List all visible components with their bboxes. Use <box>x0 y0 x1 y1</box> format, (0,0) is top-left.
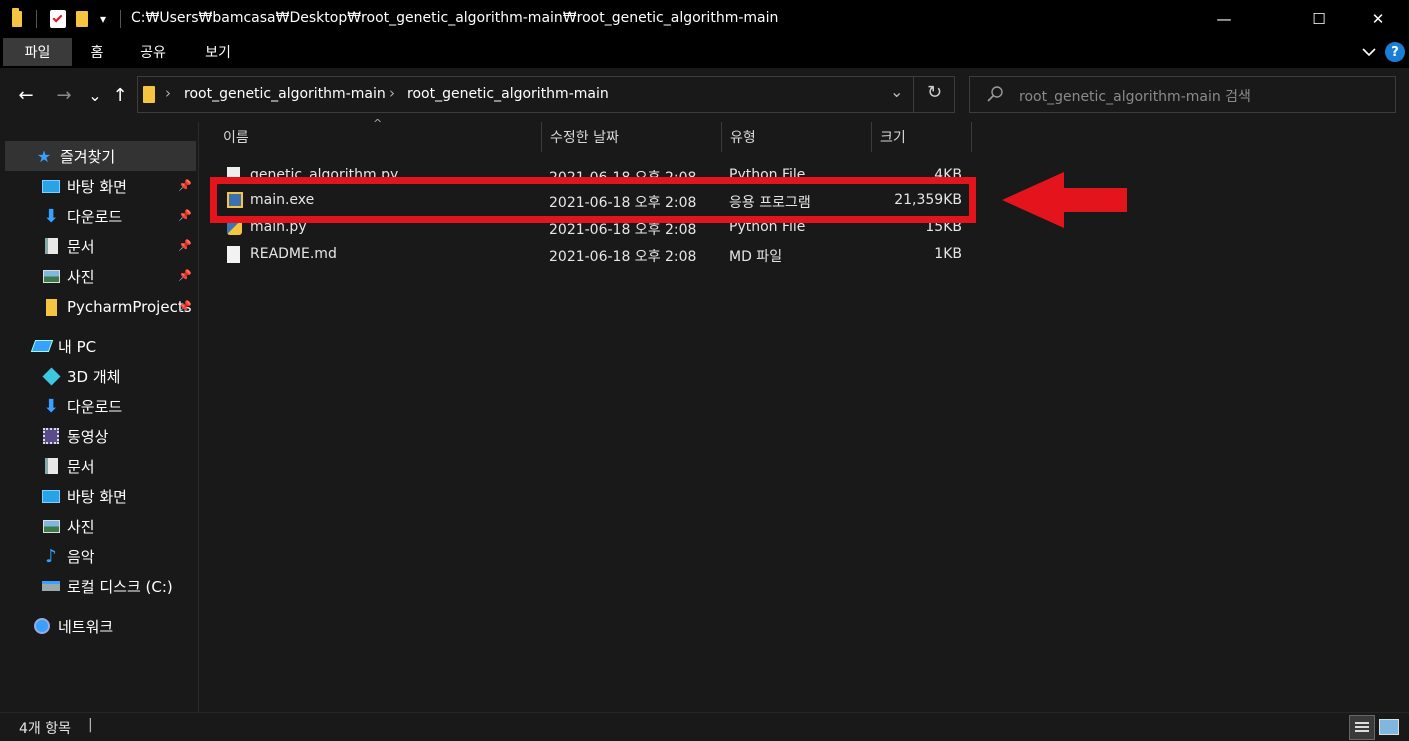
status-divider: | <box>88 717 93 733</box>
tab-home[interactable]: 홈 <box>82 38 112 66</box>
column-header-name[interactable]: 이름 <box>215 122 542 152</box>
videos-icon <box>42 428 60 444</box>
folder-icon <box>42 298 60 316</box>
sidebar-item-desktop[interactable]: 바탕 화면 📌 <box>0 171 197 201</box>
tab-view[interactable]: 보기 <box>198 38 238 66</box>
breadcrumb-separator[interactable]: › <box>165 84 171 102</box>
sidebar-item-documents[interactable]: 문서 📌 <box>0 231 197 261</box>
forward-button[interactable]: → <box>53 84 75 106</box>
recent-locations-button[interactable]: ⌄ <box>84 84 106 106</box>
music-icon: ♪ <box>45 545 57 567</box>
breadcrumb-item[interactable]: root_genetic_algorithm-main <box>184 86 386 102</box>
breadcrumb-separator[interactable]: › <box>389 84 395 102</box>
desktop-icon <box>42 178 60 194</box>
sidebar-item-pictures[interactable]: 사진 📌 <box>0 261 197 291</box>
sidebar-item-documents-pc[interactable]: 문서 <box>0 451 197 481</box>
sidebar-item-pictures-pc[interactable]: 사진 <box>0 511 197 541</box>
sidebar-item-3d-objects[interactable]: 3D 개체 <box>0 361 197 391</box>
title-bar: ▾ C:₩Users₩bamcasa₩Desktop₩root_genetic_… <box>0 0 1409 38</box>
chevron-down-icon[interactable] <box>1360 43 1378 61</box>
back-button[interactable]: ← <box>15 84 37 106</box>
divider <box>913 77 914 112</box>
sidebar-item-pycharmprojects[interactable]: PycharmProjects 📌 <box>0 292 197 322</box>
properties-icon[interactable] <box>50 10 66 28</box>
sidebar-item-music[interactable]: ♪ 음악 <box>0 541 197 571</box>
column-header-date[interactable]: 수정한 날짜 <box>542 122 722 152</box>
computer-icon <box>30 338 54 354</box>
quick-access-dropdown-icon[interactable]: ▾ <box>100 12 106 26</box>
pin-icon[interactable]: 📌 <box>178 269 192 282</box>
tab-share[interactable]: 공유 <box>133 38 173 66</box>
search-input[interactable]: root_genetic_algorithm-main 검색 <box>969 76 1396 113</box>
pictures-icon <box>42 268 60 284</box>
up-button[interactable]: ↑ <box>109 84 131 106</box>
search-placeholder: root_genetic_algorithm-main 검색 <box>1019 89 1251 105</box>
column-header-size[interactable]: 크기 <box>872 122 972 152</box>
maximize-button[interactable]: ☐ <box>1296 0 1342 38</box>
download-icon: ⬇ <box>43 205 59 227</box>
pin-icon[interactable]: 📌 <box>178 179 192 192</box>
file-type: MD 파일 <box>729 249 783 265</box>
pin-icon[interactable]: 📌 <box>178 209 192 222</box>
new-folder-icon[interactable] <box>76 11 88 27</box>
divider <box>120 10 121 28</box>
minimize-button[interactable]: — <box>1201 0 1247 38</box>
file-size: 1KB <box>934 246 962 262</box>
document-icon <box>42 238 60 254</box>
sidebar-item-quick-access[interactable]: ★ 즐겨찾기 <box>5 141 196 171</box>
text-file-icon <box>227 246 240 263</box>
highlight-box <box>210 177 976 223</box>
address-bar[interactable]: › root_genetic_algorithm-main › root_gen… <box>137 76 955 113</box>
column-header-type[interactable]: 유형 <box>722 122 872 152</box>
3d-objects-icon <box>41 366 61 386</box>
sidebar-item-local-disk[interactable]: 로컬 디스크 (C:) <box>0 571 197 601</box>
network-icon <box>33 618 51 634</box>
folder-icon <box>12 8 22 29</box>
breadcrumb-item[interactable]: root_genetic_algorithm-main <box>407 86 609 102</box>
sidebar-item-network[interactable]: 네트워크 <box>0 611 197 641</box>
download-icon: ⬇ <box>43 395 59 417</box>
desktop-icon <box>42 488 60 504</box>
document-icon <box>42 458 60 474</box>
sidebar-item-videos[interactable]: 동영상 <box>0 421 197 451</box>
sidebar-item-desktop-pc[interactable]: 바탕 화면 <box>0 481 197 511</box>
details-view-icon <box>1355 721 1369 734</box>
status-bar: 4개 항목 | <box>0 712 1409 741</box>
local-disk-icon <box>42 578 60 594</box>
close-button[interactable]: ✕ <box>1355 0 1401 38</box>
large-icons-view-button[interactable] <box>1379 719 1399 735</box>
pin-icon[interactable]: 📌 <box>178 239 192 252</box>
file-date: 2021-06-18 오후 2:08 <box>549 249 697 265</box>
star-icon: ★ <box>36 146 52 166</box>
sidebar-item-this-pc[interactable]: 내 PC <box>0 331 197 361</box>
item-count: 4개 항목 <box>19 721 71 737</box>
address-dropdown-button[interactable]: ⌄ <box>890 82 903 101</box>
help-icon[interactable]: ? <box>1385 42 1405 62</box>
refresh-button[interactable]: ↻ <box>927 82 942 103</box>
tab-file[interactable]: 파일 <box>3 38 72 66</box>
divider <box>36 10 37 28</box>
window-title: C:₩Users₩bamcasa₩Desktop₩root_genetic_al… <box>131 10 779 26</box>
details-view-button[interactable] <box>1349 715 1375 740</box>
search-icon <box>986 85 1004 103</box>
table-row[interactable]: README.md 2021-06-18 오후 2:08 MD 파일 1KB <box>215 242 975 269</box>
pin-icon[interactable]: 📌 <box>178 300 192 313</box>
folder-icon <box>143 86 155 103</box>
pictures-icon <box>42 518 60 534</box>
sidebar-item-downloads-pc[interactable]: ⬇ 다운로드 <box>0 391 197 421</box>
red-arrow-icon <box>1000 170 1130 230</box>
sidebar-item-downloads[interactable]: ⬇ 다운로드 📌 <box>0 201 197 231</box>
file-name: README.md <box>250 246 337 262</box>
